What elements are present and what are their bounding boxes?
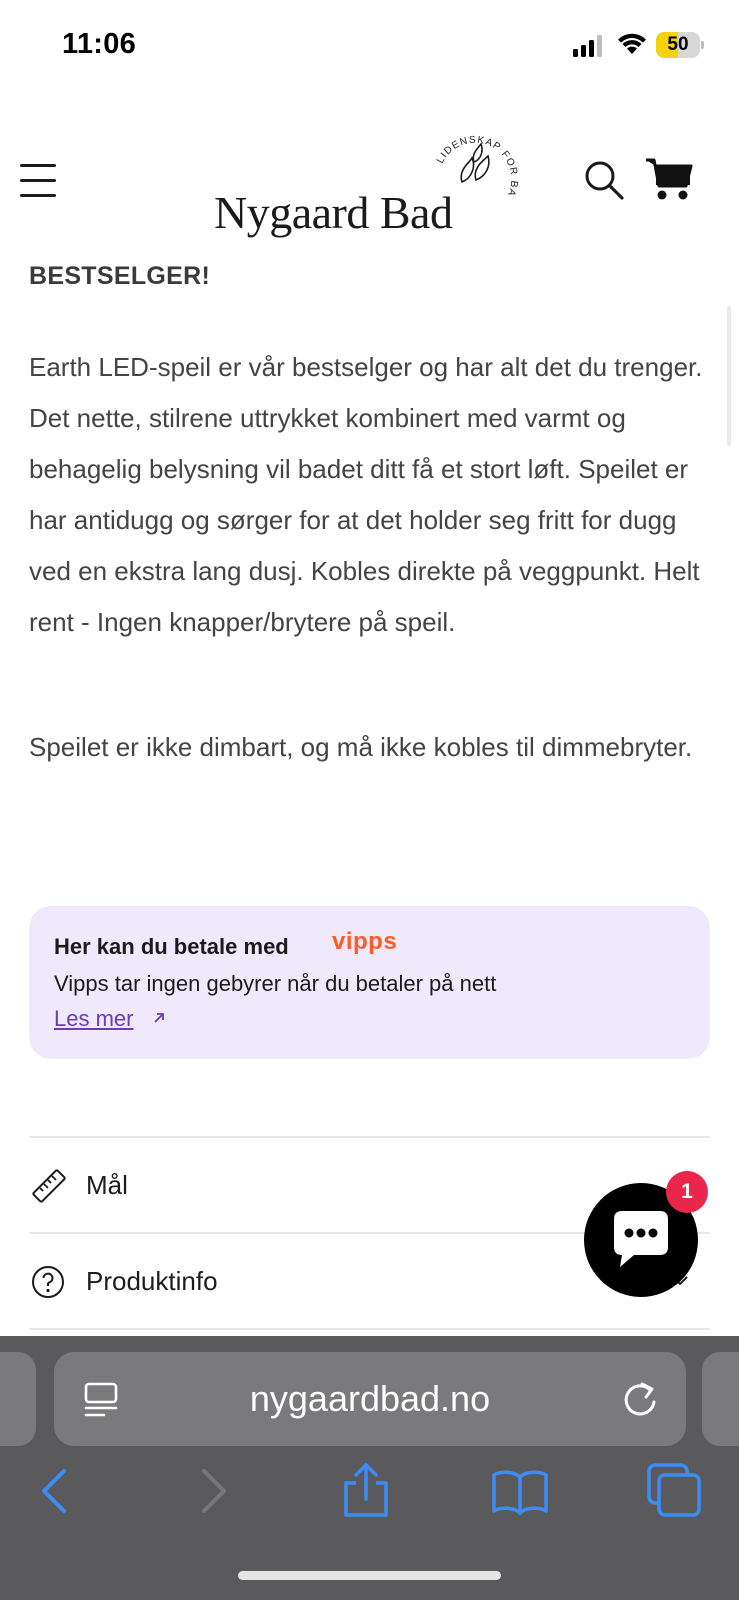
status-bar: 11:06 50 [0,0,739,90]
product-description: BESTSELGER! Earth LED-speil er vår bests… [29,262,711,762]
external-arrow-icon [154,1013,164,1023]
browser-toolbar: nygaardbad.no [0,1336,739,1600]
logo-leaves-badge-icon: LIDENSKAP FOR BADEROM [428,120,518,198]
ruler-icon [32,1169,66,1203]
vipps-title: Her kan du betale med [54,934,289,959]
share-icon[interactable] [336,1461,396,1521]
vipps-read-more-link[interactable]: Les mer [54,1006,133,1032]
browser-nav-row [0,1461,739,1541]
battery-level: 50 [667,34,689,55]
bookmarks-icon[interactable] [490,1461,550,1521]
chat-notification-badge: 1 [666,1171,708,1213]
vipps-payment-banner: Her kan du betale med vipps Vipps tar in… [29,906,710,1059]
accordion-produktinfo-label: Produktinfo [86,1266,218,1296]
home-indicator [238,1571,501,1580]
reload-icon[interactable] [620,1378,660,1420]
tabs-icon[interactable] [645,1461,705,1521]
search-icon[interactable] [584,160,624,200]
cellular-signal-icon [573,35,602,57]
site-logo[interactable]: Nygaard Bad LIDENSKAP FOR BADEROM [210,120,530,250]
dimming-note-text: Speilet er ikke dimbart, og må ikke kobl… [29,732,693,762]
divider [29,1328,710,1330]
previous-tab-peek[interactable] [0,1352,36,1446]
product-description-text: Earth LED-speil er vår bestselger og har… [29,352,703,637]
vipps-subtitle: Vipps tar ingen gebyrer når du betaler p… [54,971,497,996]
vipps-logo: vipps [332,928,398,955]
accordion-maal-label: Mål [86,1170,128,1200]
url-text: nygaardbad.no [249,1378,491,1419]
forward-icon[interactable] [184,1461,244,1521]
bestseller-heading: BESTSELGER! [29,262,211,290]
question-circle-icon [32,1266,64,1298]
site-header: Nygaard Bad LIDENSKAP FOR BADEROM [0,110,739,250]
address-bar[interactable]: nygaardbad.no [54,1352,686,1446]
cart-icon[interactable] [644,156,694,202]
back-icon[interactable] [24,1461,84,1521]
scroll-indicator [727,306,731,446]
wifi-icon [618,33,646,54]
battery-icon: 50 [656,32,704,58]
logo-text: Nygaard Bad [214,187,453,238]
status-time: 11:06 [62,28,137,60]
hamburger-menu-button[interactable] [20,164,56,198]
next-tab-peek[interactable] [702,1352,739,1446]
